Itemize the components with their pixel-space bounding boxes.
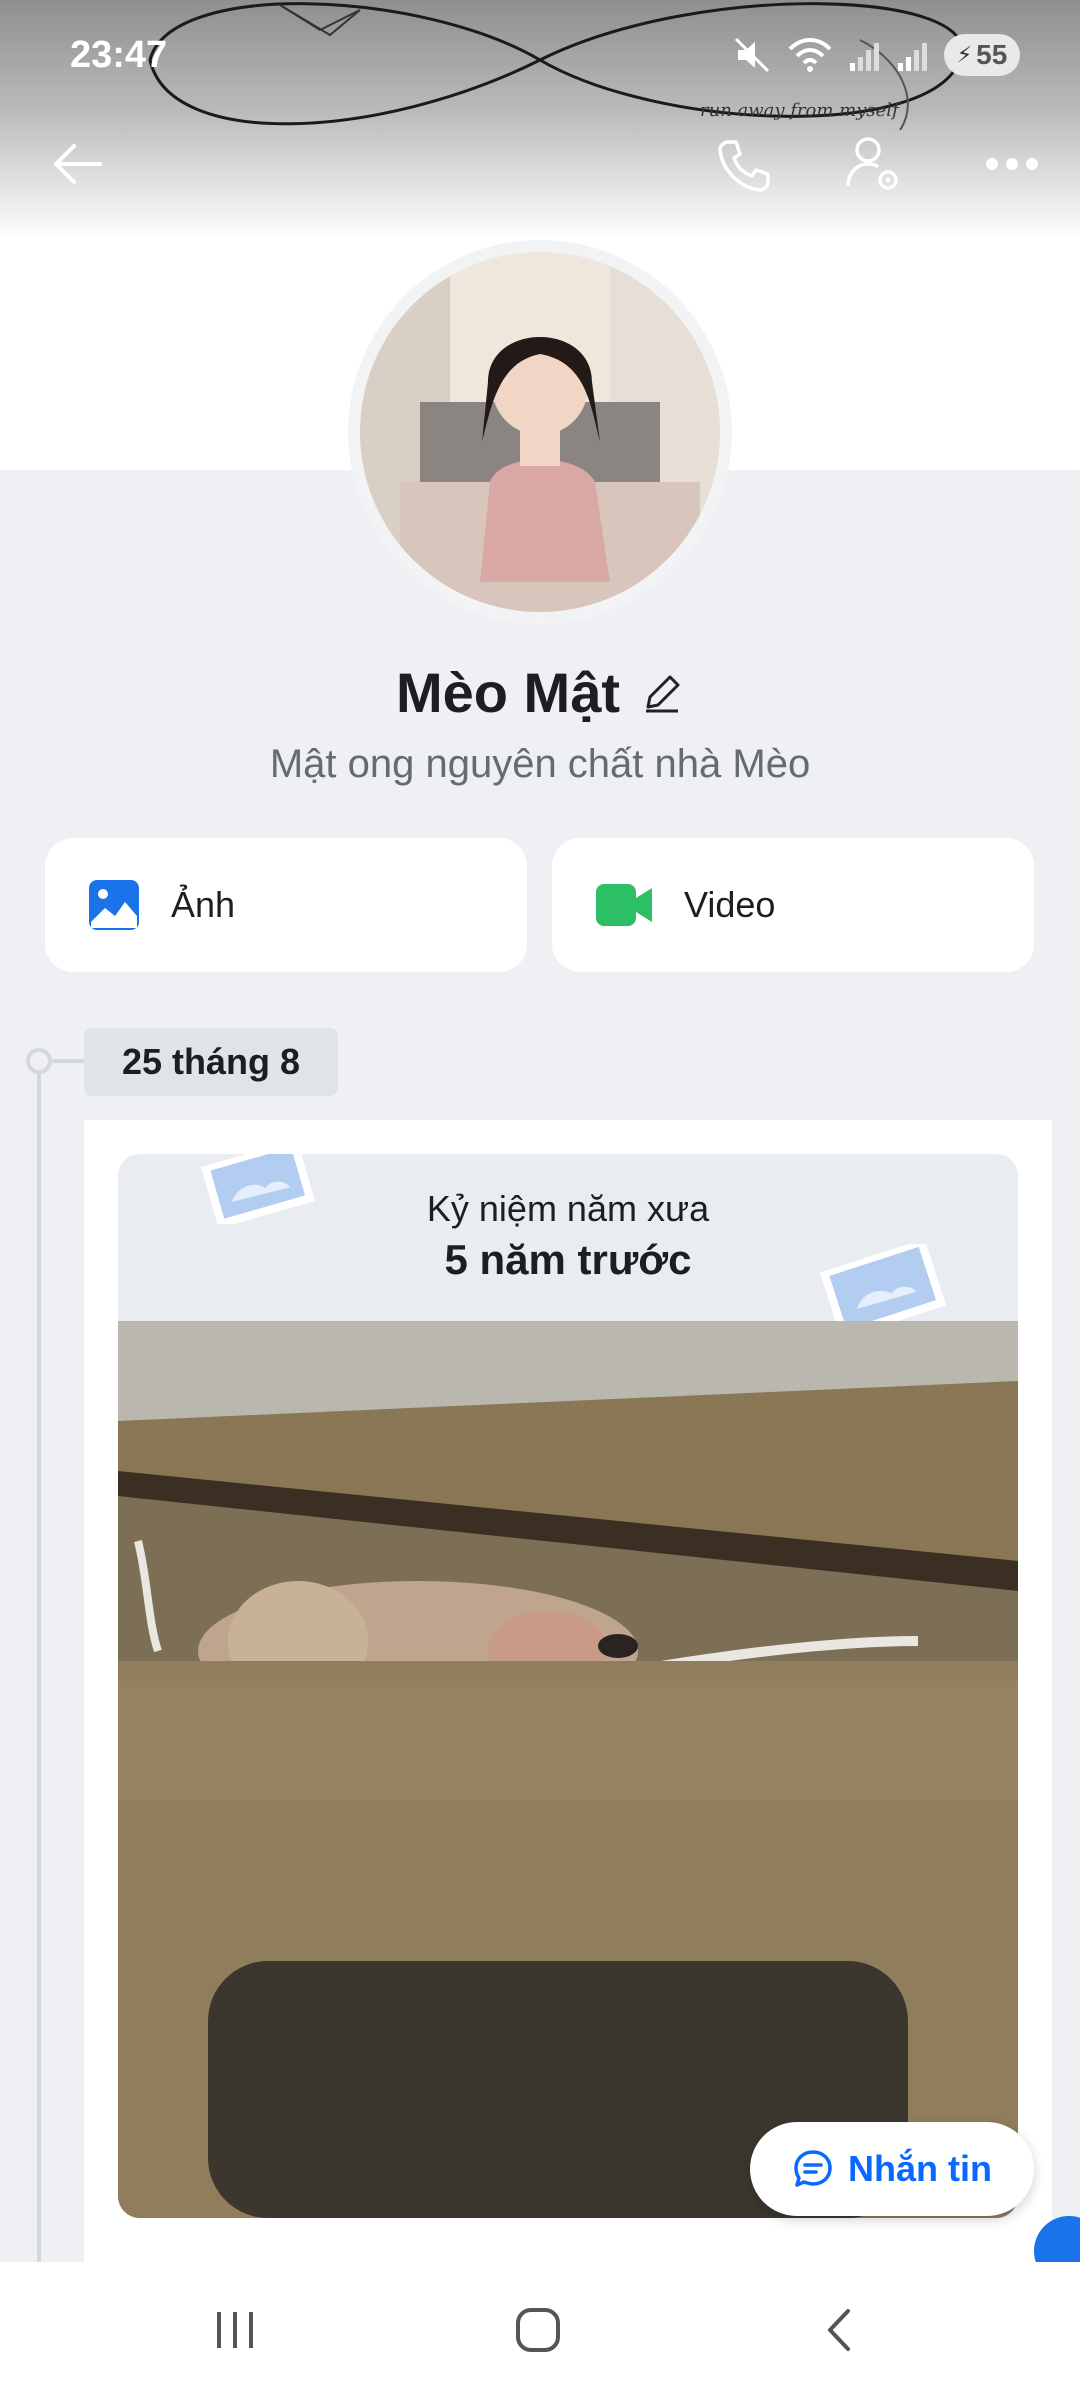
profile-bio: Mật ong nguyên chất nhà Mèo: [269, 742, 811, 786]
system-back-icon: [828, 2309, 850, 2351]
signal-icon-2: [898, 43, 927, 71]
photos-label: Ảnh: [171, 884, 236, 925]
memory-subtitle: 5 năm trước: [444, 1236, 692, 1283]
user-settings-icon: [846, 137, 898, 190]
mute-icon: [734, 37, 770, 73]
video-label: Video: [684, 884, 776, 925]
home-icon: [516, 2308, 560, 2352]
wifi-icon: [788, 38, 832, 72]
recent-apps-button[interactable]: [196, 2294, 276, 2366]
video-icon: [596, 884, 652, 926]
chat-bubble-icon: [794, 2150, 832, 2187]
call-button[interactable]: [712, 132, 776, 196]
system-back-button[interactable]: [800, 2294, 880, 2366]
more-button[interactable]: [980, 132, 1044, 196]
status-time: 23:47: [70, 34, 168, 76]
timeline-connector: [52, 1059, 84, 1063]
home-button[interactable]: [498, 2294, 578, 2366]
edit-pencil-icon[interactable]: [640, 671, 684, 715]
profile-name: Mèo Mật: [396, 661, 620, 724]
timeline-dot: [26, 1048, 52, 1074]
profile-name-row: Mèo Mật: [0, 660, 1080, 725]
message-button-label: Nhắn tin: [848, 2148, 992, 2189]
timeline-line: [37, 1060, 41, 2270]
status-icons: ⚡ 55: [732, 34, 1020, 76]
image-icon: [89, 880, 139, 930]
cover-caption: run away from myself: [700, 100, 899, 121]
memory-title: Kỷ niệm năm xưa: [426, 1188, 710, 1229]
recent-apps-icon: [217, 2312, 253, 2348]
memory-card[interactable]: Kỷ niệm năm xưa 5 năm trước: [118, 1154, 1018, 2218]
video-button[interactable]: Video: [552, 838, 1034, 972]
more-horizontal-icon: [986, 158, 1038, 170]
message-button[interactable]: Nhắn tin: [750, 2122, 1034, 2216]
cover-infinity-drawing: [148, 2, 964, 131]
photos-button[interactable]: Ảnh: [45, 838, 527, 972]
battery-indicator: ⚡ 55: [944, 34, 1020, 76]
profile-settings-button[interactable]: [842, 132, 906, 196]
avatar-photo: [360, 252, 720, 612]
back-button[interactable]: [46, 132, 110, 196]
battery-level: 55: [976, 39, 1008, 70]
avatar[interactable]: [360, 252, 720, 612]
signal-icon: [850, 43, 879, 71]
memory-photo[interactable]: [118, 1321, 1018, 2218]
charging-icon: ⚡: [956, 42, 973, 67]
memory-header: Kỷ niệm năm xưa 5 năm trước: [118, 1154, 1018, 1334]
phone-icon: [718, 140, 770, 192]
back-arrow-icon: [54, 144, 102, 184]
timeline-date: 25 tháng 8: [84, 1028, 338, 1096]
